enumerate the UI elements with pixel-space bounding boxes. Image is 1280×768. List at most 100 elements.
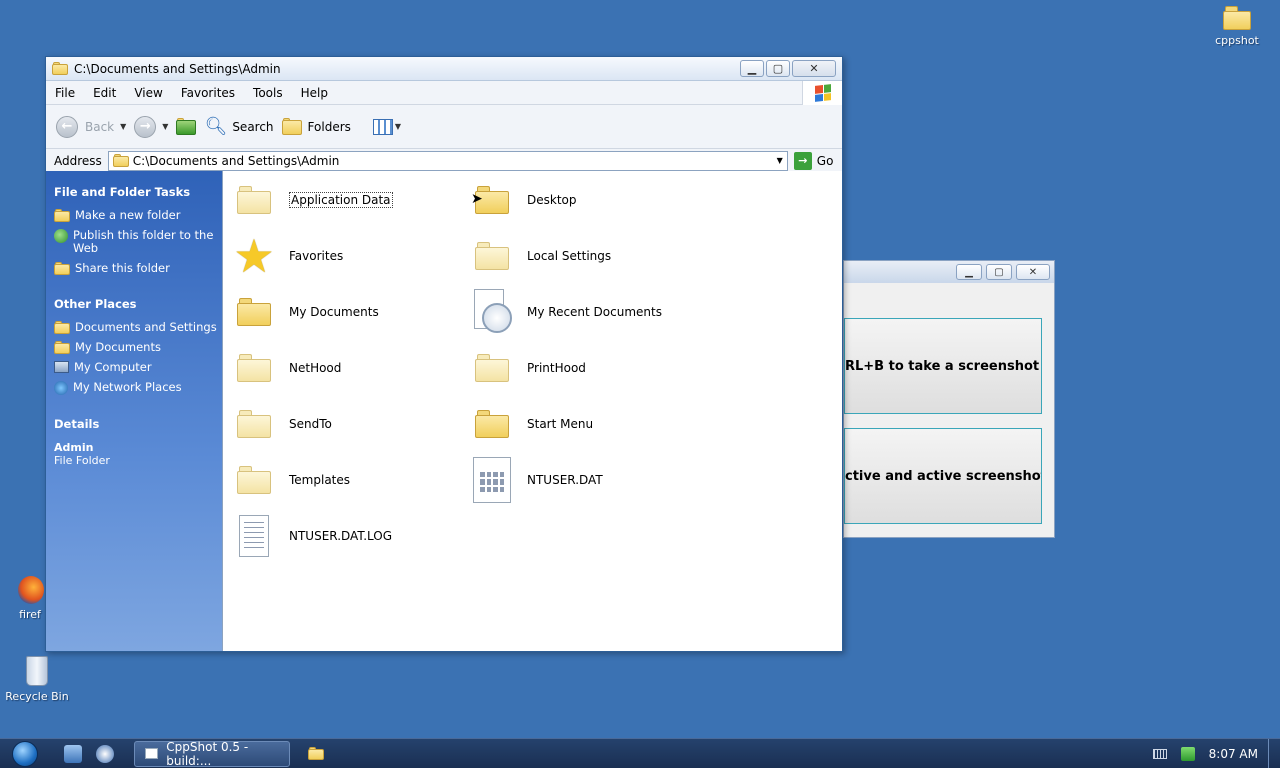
other-places: Other Places Documents and Settings My D…: [54, 297, 222, 395]
folder-icon: [54, 321, 70, 334]
file-label: Application Data: [289, 192, 393, 208]
task-share-folder[interactable]: Share this folder: [54, 262, 222, 275]
taskbar-button-explorer[interactable]: [296, 741, 336, 767]
place-my-computer[interactable]: My Computer: [54, 361, 222, 374]
menu-edit[interactable]: Edit: [84, 86, 125, 100]
media-player-icon[interactable]: [96, 744, 114, 763]
place-documents-and-settings[interactable]: Documents and Settings: [54, 321, 222, 334]
window-title: C:\Documents and Settings\Admin: [74, 61, 281, 76]
task-publish-to-web[interactable]: Publish this folder to the Web: [54, 229, 222, 255]
folder-icon: [52, 62, 68, 75]
section-heading: File and Folder Tasks: [54, 185, 191, 199]
file-label: Start Menu: [527, 417, 594, 431]
explorer-titlebar[interactable]: C:\Documents and Settings\Admin ▁ ▢ ✕: [46, 57, 842, 81]
task-make-new-folder[interactable]: Make a new folder: [54, 209, 222, 222]
views-icon: [372, 118, 393, 135]
folders-label: Folders: [307, 119, 351, 134]
menu-view[interactable]: View: [125, 86, 171, 100]
maximize-button[interactable]: ▢: [766, 60, 790, 77]
file-item-favorites[interactable]: ★ Favorites: [231, 233, 343, 279]
cppshot-window: ▁ ▢ ✕ RL+B to take a screenshot ctive an…: [843, 260, 1055, 538]
search-button[interactable]: 🔍︎ Search: [204, 116, 273, 137]
file-label: PrintHood: [527, 361, 586, 375]
file-item-nethood[interactable]: NetHood: [231, 345, 341, 391]
file-item-templates[interactable]: Templates: [231, 457, 350, 503]
close-button[interactable]: ✕: [792, 60, 836, 77]
place-label: My Documents: [75, 340, 161, 354]
globe-icon: [54, 229, 68, 243]
minimize-button[interactable]: ▁: [956, 264, 982, 280]
file-item-desktop[interactable]: Desktop: [469, 177, 577, 223]
folder-icon: [1223, 6, 1251, 30]
desktop-icon-recycle-bin[interactable]: Recycle Bin: [0, 656, 74, 703]
views-button[interactable]: ▼: [372, 118, 402, 135]
menu-help[interactable]: Help: [292, 86, 337, 100]
file-item-sendto[interactable]: SendTo: [231, 401, 332, 447]
file-item-application-data[interactable]: Application Data: [231, 177, 393, 223]
file-item-ntuser-dat-log[interactable]: NTUSER.DAT.LOG: [231, 513, 392, 559]
system-file-icon: [473, 457, 511, 503]
chevron-down-icon[interactable]: ▼: [777, 156, 783, 165]
go-button[interactable]: → Go: [793, 151, 833, 170]
folder-icon: [237, 466, 271, 494]
folder-icon: [475, 410, 509, 438]
file-label: Templates: [289, 473, 351, 487]
file-label: My Documents: [289, 305, 379, 319]
file-label: NetHood: [289, 361, 342, 375]
inactive-active-button-label: ctive and active screenshots: [845, 468, 1042, 484]
file-item-start-menu[interactable]: Start Menu: [469, 401, 593, 447]
section-heading: Details: [54, 417, 100, 431]
keyboard-icon[interactable]: [1152, 748, 1167, 759]
chevron-down-icon[interactable]: ▼: [162, 122, 168, 131]
address-input[interactable]: C:\Documents and Settings\Admin ▼: [107, 150, 788, 171]
explorer-quicklaunch-icon[interactable]: [64, 744, 82, 763]
menu-favorites[interactable]: Favorites: [172, 86, 244, 100]
maximize-button[interactable]: ▢: [986, 264, 1012, 280]
file-item-ntuser-dat[interactable]: NTUSER.DAT: [469, 457, 603, 503]
place-my-documents[interactable]: My Documents: [54, 341, 222, 354]
back-arrow-icon: ←: [56, 115, 78, 138]
file-label: Local Settings: [527, 249, 612, 263]
menu-tools[interactable]: Tools: [244, 86, 292, 100]
clock[interactable]: 8:07 AM: [1209, 747, 1258, 761]
task-label: CppShot 0.5 - build:...: [166, 739, 249, 768]
file-item-my-recent-documents[interactable]: My Recent Documents: [469, 289, 662, 335]
file-label: Desktop: [527, 193, 577, 207]
folder-icon: [237, 354, 271, 382]
folders-icon: [281, 117, 302, 136]
desktop-icon-cppshot[interactable]: cppshot: [1200, 6, 1274, 47]
file-label: My Recent Documents: [527, 305, 662, 319]
file-item-printhood[interactable]: PrintHood: [469, 345, 586, 391]
search-icon: 🔍︎: [204, 116, 228, 137]
desktop-icon-label: cppshot: [1215, 34, 1259, 47]
mouse-cursor-icon: ➤: [471, 191, 483, 207]
show-desktop-button[interactable]: [1268, 738, 1280, 768]
computer-icon: [54, 361, 69, 373]
place-my-network-places[interactable]: My Network Places: [54, 381, 222, 395]
firefox-icon: [18, 576, 44, 604]
system-tray: 8:07 AM: [1152, 746, 1258, 761]
folders-button[interactable]: Folders: [281, 117, 351, 136]
chevron-down-icon: ▼: [394, 122, 402, 131]
minimize-button[interactable]: ▁: [740, 60, 764, 77]
inactive-active-screenshot-button[interactable]: ctive and active screenshots: [844, 428, 1042, 524]
forward-button[interactable]: → ▼: [134, 115, 168, 138]
back-button[interactable]: ← Back ▼: [56, 115, 126, 138]
desktop-icon-label: Recycle Bin: [5, 690, 69, 703]
folder-icon: [237, 186, 271, 214]
screenshot-button[interactable]: RL+B to take a screenshot: [844, 318, 1042, 414]
file-item-local-settings[interactable]: Local Settings: [469, 233, 611, 279]
menu-file[interactable]: File: [46, 86, 84, 100]
up-folder-button[interactable]: [176, 117, 197, 136]
close-button[interactable]: ✕: [1016, 264, 1050, 280]
chevron-down-icon[interactable]: ▼: [120, 122, 126, 131]
menu-bar: File Edit View Favorites Tools Help: [46, 81, 842, 105]
start-button[interactable]: [12, 740, 38, 767]
folder-icon: [237, 410, 271, 438]
file-item-my-documents[interactable]: My Documents: [231, 289, 379, 335]
details-name: Admin: [54, 441, 94, 454]
network-tray-icon[interactable]: [1180, 746, 1195, 761]
taskbar-button-cppshot[interactable]: CppShot 0.5 - build:...: [134, 739, 290, 768]
task-label: Publish this folder to the Web: [73, 228, 214, 255]
cppshot-titlebar: ▁ ▢ ✕: [844, 261, 1054, 283]
